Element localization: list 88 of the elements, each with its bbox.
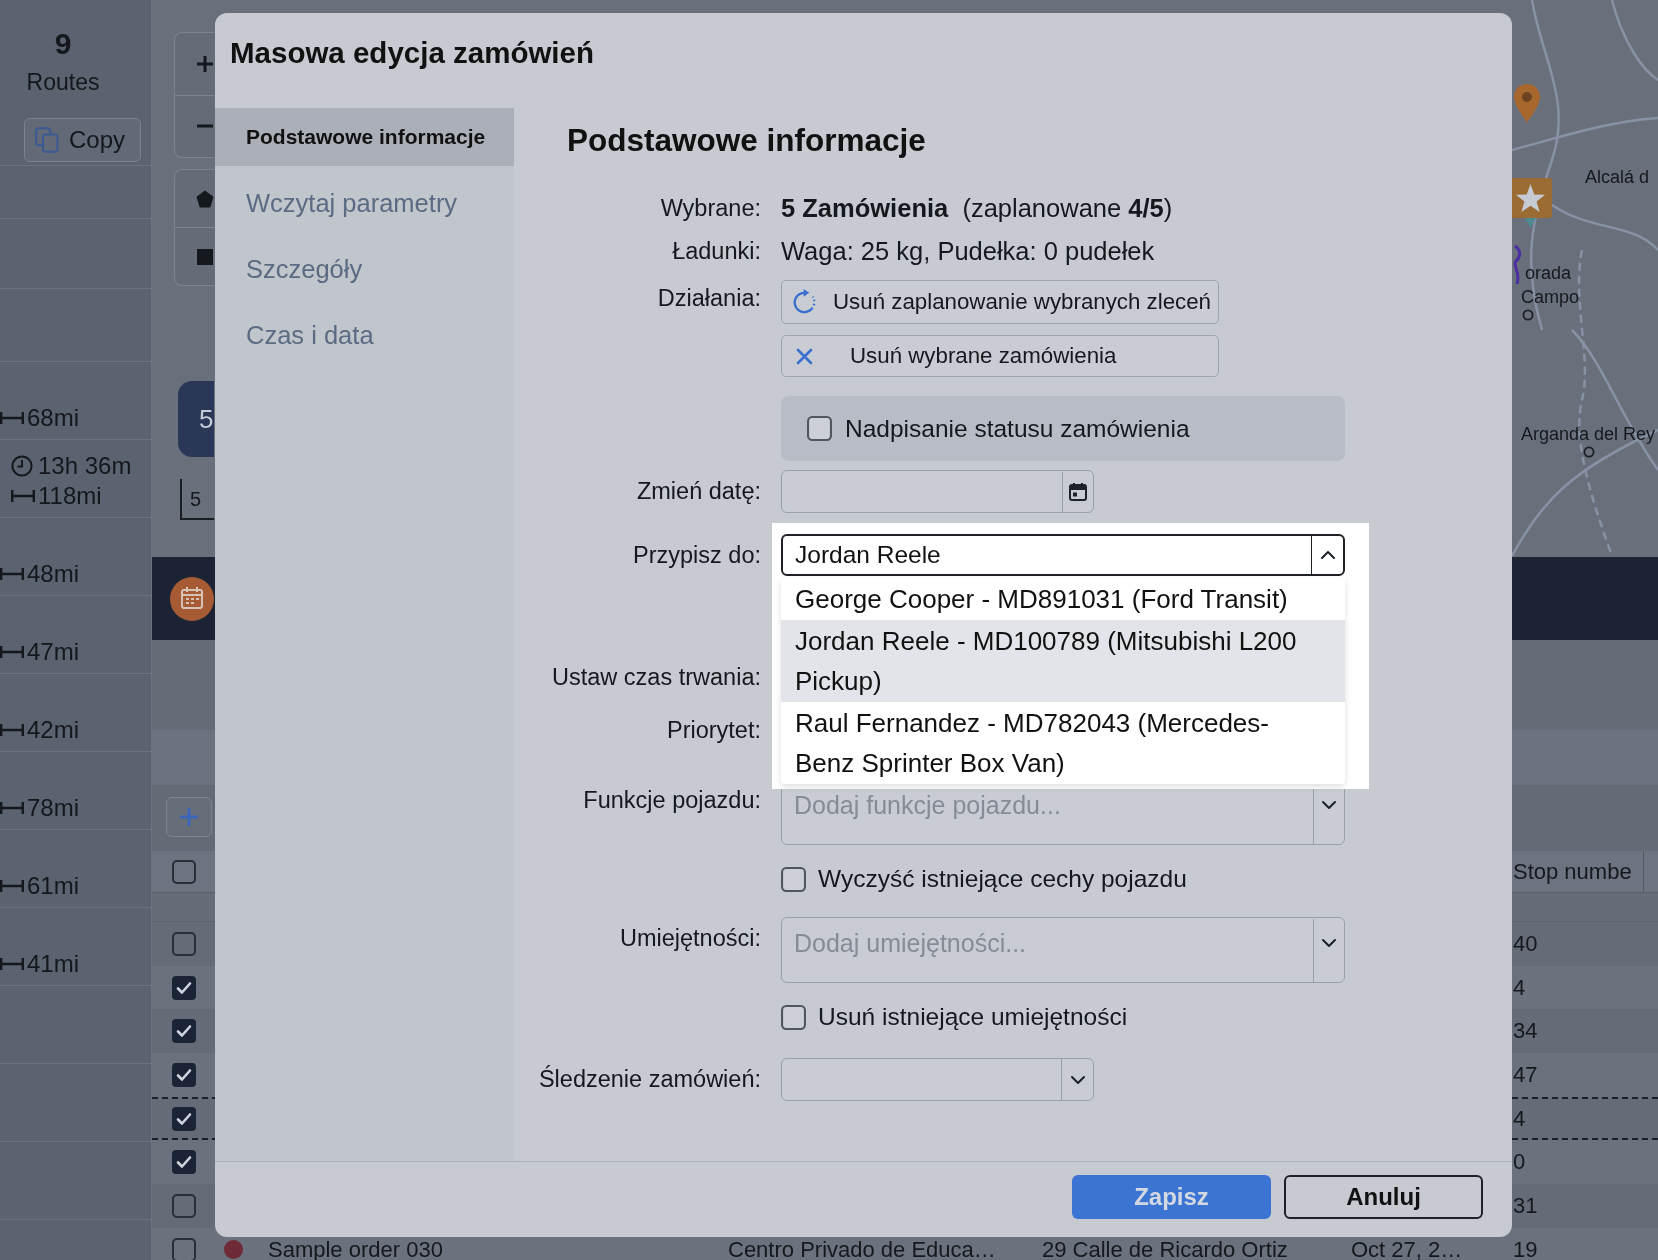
checkbox[interactable] (807, 416, 832, 441)
section-title: Podstawowe informacje (567, 122, 926, 158)
table-cell: 29 Calle de Ricardo Ortiz (1042, 1236, 1288, 1260)
copy-icon (35, 127, 59, 153)
checkbox[interactable] (172, 1150, 196, 1175)
checkbox[interactable] (172, 931, 196, 956)
clock-icon (11, 455, 33, 477)
star-marker-icon[interactable] (1509, 178, 1552, 228)
table-cell: Centro Privado de Educa… (728, 1236, 996, 1260)
routes-title: Routes (25, 68, 101, 96)
place-dot-icon (1522, 309, 1534, 321)
checkbox-label[interactable]: Usuń istniejące umiejętności (818, 1002, 1128, 1032)
checkbox[interactable] (172, 1237, 196, 1260)
date-field[interactable] (781, 470, 1094, 513)
route-distance: 48mi (27, 559, 80, 589)
cancel-button[interactable]: Anuluj (1284, 1175, 1483, 1219)
checkbox-label[interactable]: Wyczyść istniejące cechy pojazdu (818, 864, 1187, 894)
ruler-icon (0, 957, 24, 971)
route-distance: 42mi (27, 715, 80, 745)
checkbox[interactable] (172, 975, 196, 1000)
table-cell: Oct 27, 2… (1351, 1236, 1463, 1260)
ruler-icon (0, 879, 24, 893)
route-distance: 41mi (27, 949, 80, 979)
dropdown-option[interactable]: George Cooper - MD891031 (Ford Transit) (781, 578, 1345, 620)
field-label: Ustaw czas trwania: (552, 663, 761, 692)
table-cell: 4 (1513, 974, 1526, 1000)
table-cell: 4 (1513, 1105, 1526, 1131)
table-cell: 34 (1513, 1018, 1538, 1044)
circular-arrow-icon (791, 288, 818, 316)
calendar-icon[interactable] (170, 576, 214, 621)
ruler-icon (11, 489, 35, 503)
action-button[interactable]: Usuń zaplanowanie wybranych zleceń (781, 280, 1219, 324)
checkbox[interactable] (172, 1062, 196, 1087)
field-label: Przypisz do: (633, 541, 761, 570)
field-label: Śledzenie zamówień: (538, 1064, 761, 1094)
select-field[interactable] (781, 1058, 1094, 1101)
table-cell: 47 (1513, 1061, 1538, 1087)
field-label: Ładunki: (672, 237, 761, 266)
table-cell: 40 (1513, 930, 1538, 956)
checkbox[interactable] (781, 866, 806, 892)
route-distance: 68mi (27, 403, 80, 433)
place-label: Arganda del Rey (1521, 423, 1656, 445)
field-label: Umiejętności: (619, 924, 761, 953)
ruler-icon (0, 801, 24, 815)
field-label: Zmień datę: (636, 477, 761, 506)
place-label: Campo (1521, 286, 1580, 308)
dropdown-option[interactable]: Jordan Reele - MD100789 (Mitsubishi L200 Pickup) (781, 620, 1345, 702)
checkbox[interactable] (172, 1193, 196, 1218)
checkbox[interactable] (172, 859, 196, 884)
field-label: Działania: (657, 284, 761, 313)
route-line (1512, 245, 1522, 285)
dialog-title: Masowa edycja zamówień (230, 36, 594, 69)
square-icon[interactable] (196, 247, 214, 266)
route-distance: 61mi (27, 871, 80, 901)
ruler-icon (0, 723, 24, 737)
place-label: Alcalá d (1585, 166, 1650, 188)
ruler-icon (0, 645, 24, 659)
ruler-icon (0, 567, 24, 581)
plus-icon (179, 807, 199, 827)
column-header[interactable]: Stop numbe (1513, 857, 1632, 886)
place-label: orada (1525, 262, 1572, 284)
select-field[interactable]: Jordan Reele (781, 534, 1345, 576)
checkbox[interactable] (781, 1004, 806, 1030)
cluster-badge[interactable]: 5 (178, 381, 214, 457)
ruler-icon (0, 411, 24, 425)
field-label: Wybrane: (660, 194, 761, 223)
route-distance: 118mi (38, 481, 102, 511)
field-value: 5 Zamówienia (zaplanowane 4/5) (781, 193, 1173, 224)
table-cell: 0 (1513, 1149, 1526, 1175)
multiselect-field[interactable]: Dodaj umiejętności... (781, 917, 1345, 983)
checkbox[interactable] (172, 1106, 196, 1131)
route-count: 9 (53, 26, 73, 62)
action-button[interactable]: Usuń wybrane zamówienia (781, 335, 1219, 377)
plus-icon[interactable] (196, 54, 214, 73)
route-distance: 78mi (27, 793, 80, 823)
calendar-icon[interactable] (1067, 481, 1088, 502)
table-cell: 31 (1513, 1192, 1538, 1218)
sidebar-tab[interactable]: Podstawowe informacje (215, 108, 514, 166)
x-mark-icon (796, 347, 813, 365)
route-duration: 13h 36m (38, 451, 132, 481)
checkbox-label[interactable]: Nadpisanie statusu zamówienia (845, 413, 1190, 444)
field-value: Waga: 25 kg, Pudełka: 0 pudełek (781, 236, 1155, 267)
route-distance: 47mi (27, 637, 80, 667)
checkbox[interactable] (172, 1019, 196, 1044)
field-label: Funkcje pojazdu: (583, 786, 761, 815)
place-dot-icon (1583, 446, 1595, 458)
table-cell: 19 (1513, 1236, 1538, 1260)
field-label: Priorytet: (666, 716, 761, 745)
